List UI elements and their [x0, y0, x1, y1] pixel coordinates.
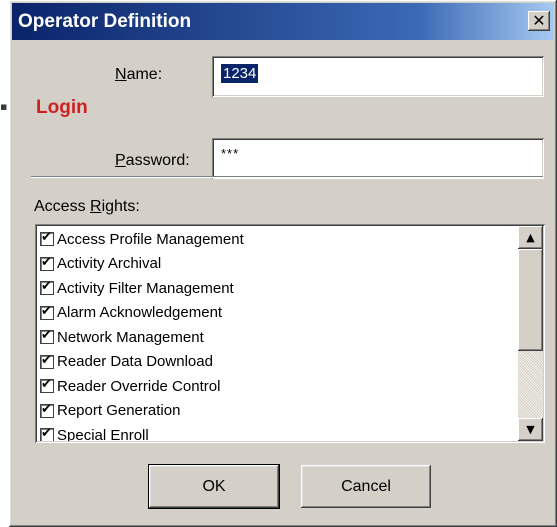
list-item[interactable]: Alarm Acknowledgement	[38, 301, 517, 326]
checkbox[interactable]	[40, 402, 54, 418]
access-rights-label: Access Rights:	[34, 198, 140, 216]
list-item-label: Reader Data Download	[57, 353, 213, 371]
operator-definition-dialog: Operator Definition ✕ Login Name: 1234 P…	[9, 0, 557, 527]
list-item-label: Special Enroll	[57, 426, 149, 441]
list-item-label: Reader Override Control	[57, 377, 221, 395]
name-input[interactable]: 1234	[212, 56, 544, 97]
password-label-accelerator: P	[115, 152, 126, 169]
list-item[interactable]: Network Management	[38, 325, 517, 350]
access-rights-items: Access Profile Management Activity Archi…	[38, 227, 517, 441]
access-rights-list[interactable]: Access Profile Management Activity Archi…	[35, 224, 545, 443]
password-input[interactable]: ***	[212, 138, 544, 179]
name-label-accelerator: N	[115, 66, 127, 83]
list-item-label: Network Management	[57, 328, 204, 346]
checkbox[interactable]	[40, 255, 54, 271]
checkbox[interactable]	[40, 353, 54, 369]
list-item-label: Activity Filter Management	[57, 279, 234, 297]
access-rights-label-start: Access	[34, 198, 91, 215]
ok-button[interactable]: OK	[148, 464, 280, 509]
access-rights-label-accelerator: R	[90, 198, 102, 215]
name-label: Name:	[115, 66, 162, 84]
password-label-text: assword:	[125, 152, 190, 169]
checkbox[interactable]	[40, 328, 54, 345]
list-item-label: Activity Archival	[57, 255, 162, 273]
list-item[interactable]: Activity Archival	[38, 252, 517, 277]
password-input-value: ***	[221, 146, 240, 161]
checkbox[interactable]	[40, 377, 54, 394]
password-label: Password:	[115, 152, 190, 170]
checkbox[interactable]	[40, 279, 54, 296]
close-icon: ✕	[532, 11, 546, 30]
list-item[interactable]: Access Profile Management	[38, 227, 517, 252]
list-item[interactable]: Special Enroll	[38, 423, 517, 441]
login-label: Login	[36, 97, 88, 118]
close-button[interactable]: ✕	[528, 11, 550, 31]
checkbox[interactable]	[40, 230, 54, 247]
list-item[interactable]: Reader Data Download	[38, 350, 517, 375]
vertical-scrollbar[interactable]: ▲ ▼	[518, 226, 543, 441]
window-title: Operator Definition	[18, 11, 192, 32]
list-item-label: Alarm Acknowledgement	[57, 304, 223, 322]
cancel-button[interactable]: Cancel	[301, 465, 431, 508]
name-label-text: ame:	[126, 66, 163, 83]
cancel-button-label: Cancel	[341, 477, 391, 495]
arrow-up-icon: ▲	[526, 231, 535, 244]
arrow-down-icon: ▼	[526, 423, 535, 436]
list-item-label: Access Profile Management	[57, 230, 244, 248]
ok-button-label: OK	[202, 477, 226, 495]
list-item-label: Report Generation	[57, 402, 181, 420]
access-rights-label-end: ights:	[101, 198, 140, 215]
separator	[31, 176, 543, 178]
scroll-down-button[interactable]: ▼	[518, 418, 543, 441]
checkbox[interactable]	[40, 426, 54, 441]
list-item[interactable]: Report Generation	[38, 399, 517, 424]
list-item[interactable]: Reader Override Control	[38, 374, 517, 399]
scroll-thumb[interactable]	[518, 249, 543, 351]
title-bar[interactable]: Operator Definition ✕	[12, 3, 554, 40]
checkbox[interactable]	[40, 304, 54, 320]
stray-mark: ▪	[0, 100, 8, 113]
scroll-up-button[interactable]: ▲	[518, 226, 543, 249]
name-input-value: 1234	[221, 64, 259, 83]
list-item[interactable]: Activity Filter Management	[38, 276, 517, 301]
